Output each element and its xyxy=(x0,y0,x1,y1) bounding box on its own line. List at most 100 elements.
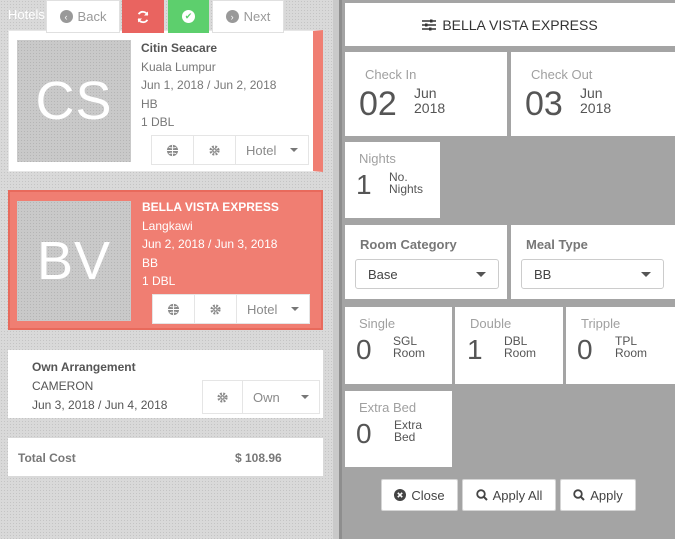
triple-room-tile[interactable]: Tripple 0 TPL Room xyxy=(566,307,675,384)
check-out-tile[interactable]: Check Out 03 Jun 2018 xyxy=(511,52,675,136)
own-name: Own Arrangement xyxy=(32,360,136,374)
apply-label: Apply xyxy=(590,487,623,503)
own-city: CAMERON xyxy=(32,379,94,393)
nights-value: 1 xyxy=(356,169,372,200)
caret-down-icon xyxy=(290,148,298,152)
hotel-info: BELLA VISTA EXPRESS Langkawi Jun 2, 2018… xyxy=(142,198,279,291)
hotel-name: Citin Seacare xyxy=(141,41,218,55)
single-value: 0 xyxy=(356,334,372,365)
total-cost-card: Total Cost $ 108.96 xyxy=(8,438,323,476)
own-type-label: Own xyxy=(253,389,280,405)
check-in-tile[interactable]: Check In 02 Jun 2018 xyxy=(345,52,507,136)
search-icon xyxy=(475,489,488,501)
apply-all-label: Apply All xyxy=(492,487,543,503)
double-value: 1 xyxy=(467,334,483,365)
caret-down-icon xyxy=(291,307,299,311)
extra-bed-value: 0 xyxy=(356,418,372,449)
hotel-room: 1 DBL xyxy=(141,115,175,129)
gear-icon[interactable] xyxy=(203,381,243,413)
double-unit-2: Room xyxy=(504,346,537,360)
chevron-left-icon: ‹ xyxy=(59,10,73,23)
close-label: Close xyxy=(411,487,445,503)
meal-type-tile: Meal Type BB xyxy=(511,225,675,299)
apply-all-button[interactable]: Apply All xyxy=(462,479,556,511)
hotel-city: Kuala Lumpur xyxy=(141,59,216,74)
check-out-day: 03 xyxy=(525,85,563,123)
check-in-day: 02 xyxy=(359,85,397,123)
check-out-label: Check Out xyxy=(531,67,593,82)
extra-bed-label: Extra Bed xyxy=(359,400,417,415)
room-category-tile: Room Category Base xyxy=(345,225,507,299)
hotel-dates: Jun 1, 2018 / Jun 2, 2018 xyxy=(141,78,277,92)
total-cost-value: $ 108.96 xyxy=(235,451,282,465)
check-in-month: Jun xyxy=(414,85,437,101)
room-category-select[interactable]: Base xyxy=(355,259,499,289)
sliders-icon xyxy=(422,19,437,30)
gear-icon[interactable] xyxy=(195,295,237,323)
close-circle-icon xyxy=(394,489,407,501)
hotel-type-select[interactable]: Hotel xyxy=(236,136,308,164)
details-title-bar: BELLA VISTA EXPRESS xyxy=(345,3,675,46)
double-room-tile[interactable]: Double 1 DBL Room xyxy=(455,307,563,384)
nights-label: Nights xyxy=(359,151,396,166)
hotel-card-bella-vista[interactable]: BV BELLA VISTA EXPRESS Langkawi Jun 2, 2… xyxy=(8,190,323,330)
caret-down-icon xyxy=(641,271,651,277)
tripple-label: Tripple xyxy=(581,316,621,331)
hotel-avatar: CS xyxy=(13,36,135,166)
reset-button[interactable] xyxy=(122,0,164,33)
refresh-icon xyxy=(137,10,149,23)
single-label: Single xyxy=(359,316,396,331)
check-out-month: Jun xyxy=(580,85,603,101)
total-cost-label: Total Cost xyxy=(18,451,76,465)
hotel-card-citin-seacare[interactable]: CS Citin Seacare Kuala Lumpur Jun 1, 201… xyxy=(8,30,323,172)
hotel-city: Langkawi xyxy=(142,218,193,233)
panel-title: Hotels xyxy=(8,7,45,22)
hotel-name: BELLA VISTA EXPRESS xyxy=(142,200,279,214)
own-arrangement-card[interactable]: Own Arrangement CAMERON Jun 3, 2018 / Ju… xyxy=(8,350,323,418)
room-category-value: Base xyxy=(368,266,398,282)
meal-type-select[interactable]: BB xyxy=(521,259,664,289)
extra-bed-unit-2: Bed xyxy=(394,430,416,444)
own-type-select[interactable]: Own xyxy=(243,381,319,413)
tripple-unit-2: Room xyxy=(615,346,648,360)
hotel-type-label: Hotel xyxy=(246,142,277,158)
details-title: BELLA VISTA EXPRESS xyxy=(442,16,598,33)
back-button[interactable]: ‹ Back xyxy=(46,0,120,33)
hotel-type-select[interactable]: Hotel xyxy=(237,295,309,323)
back-label: Back xyxy=(77,9,107,24)
hotel-dates: Jun 2, 2018 / Jun 3, 2018 xyxy=(142,237,278,251)
own-info: Own Arrangement CAMERON Jun 3, 2018 / Ju… xyxy=(32,358,167,415)
nights-tile[interactable]: Nights 1 No. Nights xyxy=(345,142,440,218)
close-button[interactable]: Close xyxy=(381,479,458,511)
next-button[interactable]: › Next xyxy=(212,0,284,33)
single-room-tile[interactable]: Single 0 SGL Room xyxy=(345,307,452,384)
hotel-meal: HB xyxy=(141,96,158,111)
gear-icon[interactable] xyxy=(194,136,236,164)
hotel-avatar: BV xyxy=(13,197,135,325)
caret-down-icon xyxy=(301,395,309,399)
search-icon xyxy=(573,489,585,501)
chevron-right-icon: › xyxy=(225,10,239,23)
check-in-label: Check In xyxy=(365,67,417,82)
hotel-room: 1 DBL xyxy=(142,274,176,288)
single-unit-2: Room xyxy=(393,346,426,360)
globe-icon[interactable] xyxy=(152,136,194,164)
apply-button[interactable]: Apply xyxy=(560,479,636,511)
own-dates: Jun 3, 2018 / Jun 4, 2018 xyxy=(32,398,168,412)
hotel-meal: BB xyxy=(142,255,159,270)
check-in-year: 2018 xyxy=(414,100,446,116)
tripple-value: 0 xyxy=(577,334,593,365)
extra-bed-tile[interactable]: Extra Bed 0 Extra Bed xyxy=(345,391,452,467)
confirm-button[interactable]: ✔ xyxy=(168,0,209,33)
globe-icon[interactable] xyxy=(153,295,195,323)
hotel-type-label: Hotel xyxy=(247,301,278,317)
check-out-year: 2018 xyxy=(580,100,612,116)
check-icon: ✔ xyxy=(182,10,195,23)
nights-unit-2: Nights xyxy=(389,182,424,196)
double-label: Double xyxy=(470,316,512,331)
room-category-label: Room Category xyxy=(360,237,457,252)
next-label: Next xyxy=(243,9,271,24)
meal-type-label: Meal Type xyxy=(526,237,588,252)
hotels-panel: Hotels CS Citin Seacare Kuala Lumpur Jun… xyxy=(0,0,333,539)
own-card-actions: Own xyxy=(202,380,320,414)
